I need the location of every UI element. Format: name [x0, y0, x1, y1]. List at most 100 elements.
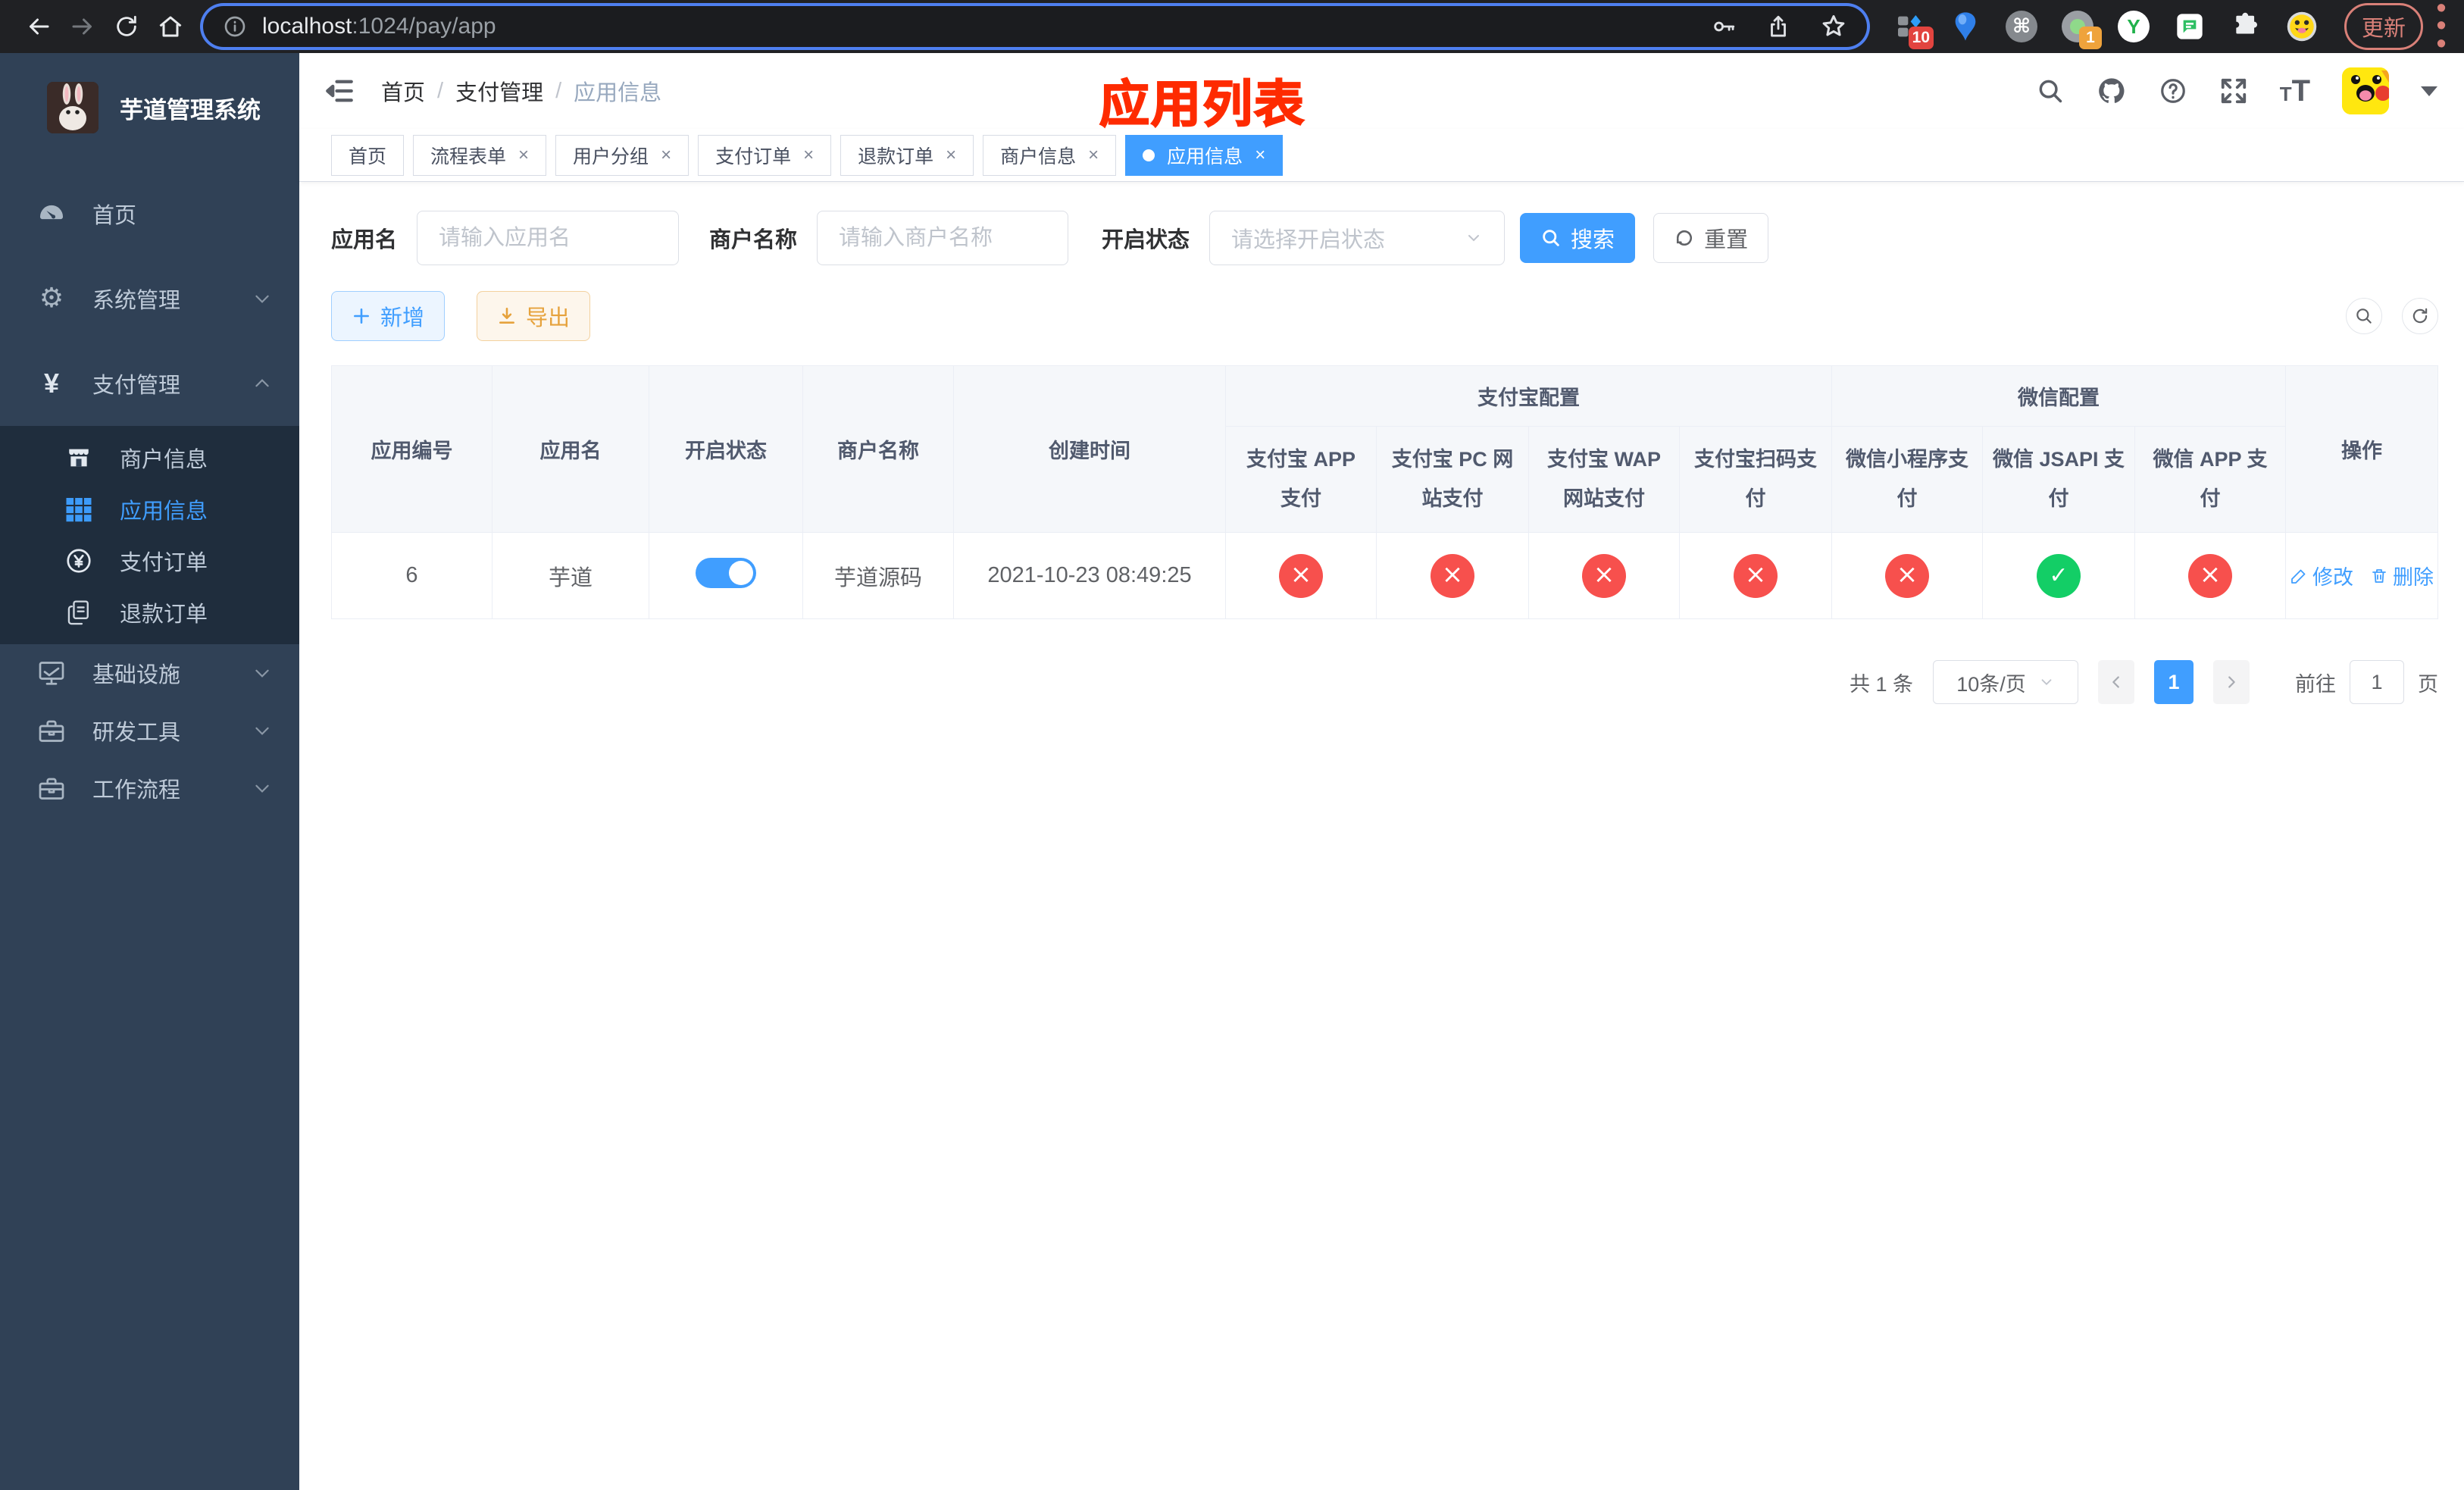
- sidebar-logo[interactable]: 芋道管理系统: [0, 53, 299, 142]
- col-app-name: 应用名: [492, 365, 649, 533]
- top-navbar: 首页 / 支付管理 / 应用信息 应用列表 TT: [299, 53, 2464, 133]
- site-info-icon[interactable]: [223, 14, 247, 39]
- edit-link[interactable]: 修改: [2290, 561, 2353, 590]
- extension-chat-icon[interactable]: [2173, 10, 2206, 43]
- chevron-down-icon: [1465, 229, 1483, 247]
- col-wechat-jsapi: 微信 JSAPI 支付: [1982, 426, 2135, 533]
- next-page-button[interactable]: [2213, 660, 2250, 704]
- toggle-search-button[interactable]: [2346, 298, 2383, 334]
- reset-button[interactable]: 重置: [1653, 213, 1769, 263]
- search-icon[interactable]: [2036, 77, 2065, 105]
- delete-link[interactable]: 删除: [2370, 561, 2434, 590]
- page-annotation: 应用列表: [1099, 75, 1305, 133]
- col-alipay-wap: 支付宝 WAP 网站支付: [1528, 426, 1680, 533]
- sidebar-item-refund-order[interactable]: 退款订单: [0, 587, 299, 638]
- extension-y-icon[interactable]: Y: [2117, 10, 2150, 43]
- extension-puzzle-icon[interactable]: [2229, 10, 2262, 43]
- status-select[interactable]: 请选择开启状态: [1209, 211, 1506, 265]
- url-text: localhost:1024/pay/app: [262, 14, 496, 39]
- help-icon[interactable]: [2159, 77, 2187, 105]
- refresh-button[interactable]: [2402, 298, 2439, 334]
- sidebar-item-infra[interactable]: 基础设施: [0, 644, 299, 702]
- address-bar[interactable]: localhost:1024/pay/app: [203, 6, 1867, 47]
- browser-forward-button[interactable]: [61, 5, 105, 49]
- password-key-icon[interactable]: [1711, 14, 1737, 39]
- chevron-down-icon: [252, 289, 272, 308]
- merchant-name-label: 商户名称: [709, 228, 798, 252]
- sidebar: 芋道管理系统 首页 ⚙ 系统管理 ¥ 支付管理 商户信息 应用信息 支付订单 退…: [0, 53, 299, 1490]
- col-merchant: 商户名称: [802, 365, 954, 533]
- close-icon[interactable]: ×: [946, 145, 956, 166]
- page-number-1[interactable]: 1: [2154, 660, 2194, 704]
- app-name-label: 应用名: [331, 228, 398, 252]
- monitor-icon: [32, 660, 71, 686]
- github-icon[interactable]: [2097, 76, 2127, 106]
- browser-menu-icon[interactable]: • • •: [2435, 0, 2447, 58]
- sidebar-item-merchant-info[interactable]: 商户信息: [0, 432, 299, 484]
- tab-user-group[interactable]: 用户分组 ×: [555, 134, 689, 176]
- sidebar-item-home[interactable]: 首页: [0, 171, 299, 256]
- enable-switch[interactable]: [696, 557, 756, 588]
- chevron-up-icon: [252, 374, 272, 393]
- app-name-input[interactable]: [417, 211, 680, 265]
- breadcrumb-payment[interactable]: 支付管理: [455, 75, 543, 107]
- breadcrumb: 首页 / 支付管理 / 应用信息: [381, 75, 661, 107]
- cell-merchant: 芋道源码: [802, 532, 954, 619]
- close-icon[interactable]: ×: [518, 145, 529, 166]
- chevron-down-icon: [252, 721, 272, 740]
- sidebar-item-workflow[interactable]: 工作流程: [0, 759, 299, 817]
- avatar-dropdown-icon[interactable]: [2421, 86, 2438, 96]
- sidebar-item-app-info[interactable]: 应用信息: [0, 484, 299, 535]
- user-avatar[interactable]: [2342, 67, 2390, 114]
- col-alipay-pc: 支付宝 PC 网站支付: [1376, 426, 1529, 533]
- sidebar-collapse-icon[interactable]: [316, 67, 363, 114]
- close-icon[interactable]: ×: [1088, 145, 1099, 166]
- extension-badge: 10: [1908, 27, 1934, 49]
- prev-page-button[interactable]: [2098, 660, 2135, 704]
- sidebar-item-payment[interactable]: ¥ 支付管理: [0, 341, 299, 426]
- tab-home[interactable]: 首页: [331, 134, 405, 176]
- extension-recorder-icon[interactable]: 1: [2061, 10, 2102, 49]
- browser-reload-button[interactable]: [105, 5, 149, 49]
- tab-merchant-info[interactable]: 商户信息 ×: [983, 134, 1117, 176]
- col-wechat-mini: 微信小程序支付: [1831, 426, 1983, 533]
- share-icon[interactable]: [1765, 14, 1791, 39]
- close-icon[interactable]: ×: [803, 145, 814, 166]
- extension-command-icon[interactable]: ⌘: [2005, 10, 2038, 43]
- goto-page-input[interactable]: [2350, 660, 2405, 704]
- table-grid-icon: [59, 496, 98, 522]
- page-content: 应用名 商户名称 开启状态 请选择开启状态 搜索 重置: [299, 182, 2464, 1490]
- export-button[interactable]: 导出: [477, 291, 591, 341]
- tab-pay-order[interactable]: 支付订单 ×: [698, 134, 832, 176]
- tab-refund-order[interactable]: 退款订单 ×: [840, 134, 974, 176]
- table-row: 6 芋道 芋道源码 2021-10-23 08:49:25 × × × × × …: [331, 532, 2439, 619]
- close-icon[interactable]: ×: [661, 145, 671, 166]
- add-button[interactable]: 新增: [331, 291, 446, 341]
- total-count: 共 1 条: [1849, 672, 1914, 696]
- tab-process-form[interactable]: 流程表单 ×: [413, 134, 547, 176]
- sidebar-item-system[interactable]: ⚙ 系统管理: [0, 256, 299, 341]
- fullscreen-icon[interactable]: [2219, 77, 2248, 105]
- store-icon: [59, 445, 98, 471]
- browser-home-button[interactable]: [149, 5, 192, 49]
- extension-pin-icon[interactable]: [1949, 10, 1982, 43]
- sidebar-item-pay-order[interactable]: 支付订单: [0, 535, 299, 587]
- close-icon[interactable]: ×: [1255, 145, 1265, 166]
- yen-icon: ¥: [43, 368, 60, 399]
- sidebar-item-devtools[interactable]: 研发工具: [0, 702, 299, 759]
- browser-back-button[interactable]: [17, 5, 61, 49]
- gear-icon: ⚙: [39, 283, 64, 314]
- font-size-icon[interactable]: TT: [2280, 76, 2310, 106]
- group-alipay-config: 支付宝配置: [1225, 365, 1832, 427]
- breadcrumb-home[interactable]: 首页: [381, 75, 425, 107]
- extension-grid-icon[interactable]: 10: [1893, 10, 1934, 49]
- extension-emoji-icon[interactable]: [2285, 10, 2319, 43]
- bookmark-star-icon[interactable]: [1820, 13, 1847, 40]
- search-button[interactable]: 搜索: [1520, 213, 1636, 263]
- page-size-select[interactable]: 10条/页: [1933, 660, 2079, 704]
- chrome-update-button[interactable]: 更新: [2344, 3, 2424, 50]
- sidebar-menu: 首页 ⚙ 系统管理 ¥ 支付管理 商户信息 应用信息 支付订单 退款订单 基础设…: [0, 171, 299, 817]
- tab-app-info[interactable]: 应用信息 ×: [1125, 134, 1284, 176]
- table-toolbar: 新增 导出: [331, 291, 2439, 341]
- merchant-name-input[interactable]: [817, 211, 1069, 265]
